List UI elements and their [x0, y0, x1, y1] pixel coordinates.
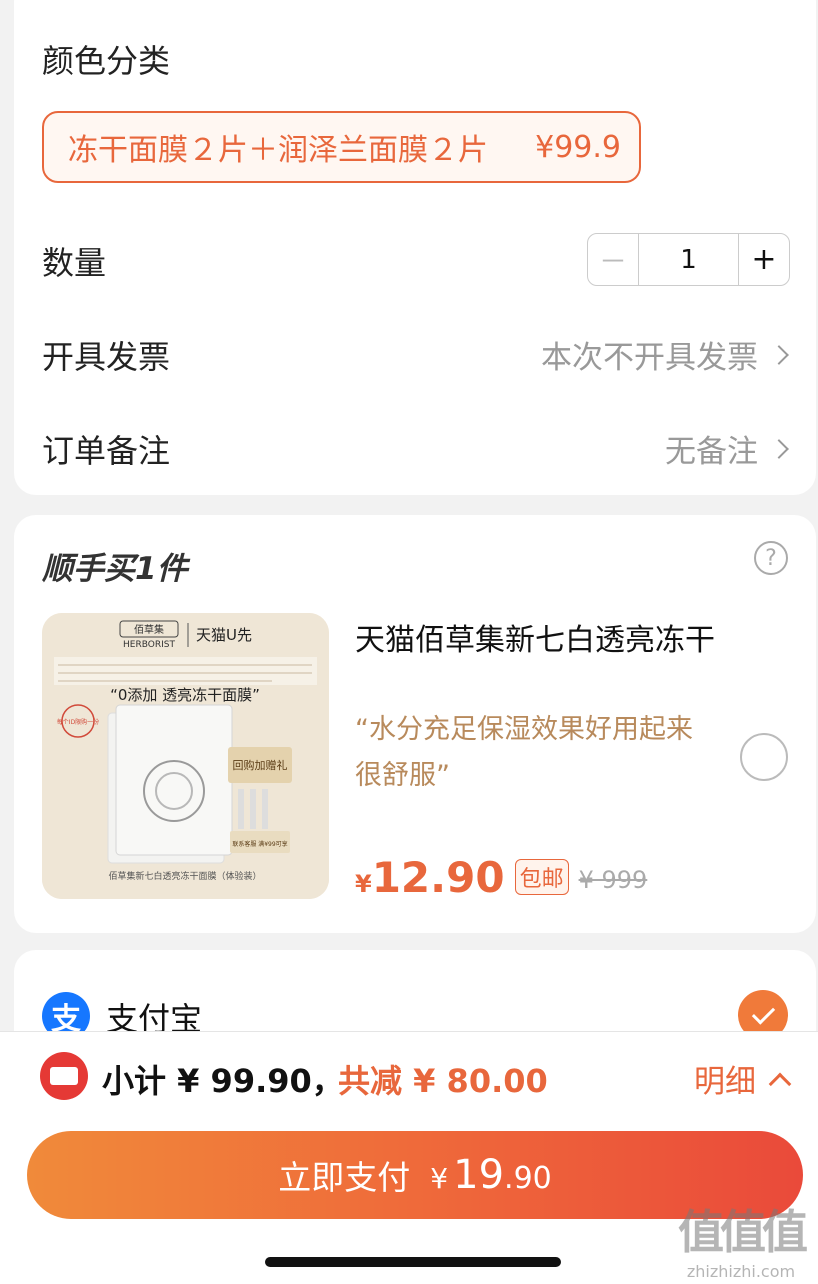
pay-currency: ¥	[430, 1162, 449, 1195]
free-shipping-badge: 包邮	[514, 859, 569, 895]
subtotal-text: 小计 ¥ 99.90，	[102, 1062, 344, 1100]
product-name[interactable]: 天猫佰草集新七白透亮冻干	[355, 615, 715, 659]
product-price-row: ¥12.90 包邮 ¥ 999	[355, 853, 647, 902]
product-review-quote: “水分充足保湿效果好用起来很舒服”	[355, 714, 693, 791]
remark-selector[interactable]: 无备注	[665, 426, 790, 471]
headline-text: “0添加 透亮冻干面膜”	[110, 686, 260, 704]
sku-option-label: 冻干面膜２片＋润泽兰面膜２片	[68, 133, 488, 168]
watermark-logo: 值值值	[678, 1205, 808, 1259]
quantity-increase-button[interactable]: +	[738, 234, 789, 285]
remark-label: 订单备注	[42, 432, 171, 470]
help-icon[interactable]: ?	[754, 541, 788, 575]
quantity-decrease-button[interactable]: －	[588, 234, 639, 285]
discount-text: 共减 ¥ 80.00	[338, 1062, 548, 1100]
invoice-label: 开具发票	[42, 338, 171, 376]
gift-text: 回购加赠礼	[233, 758, 288, 772]
watermark-url: zhizhizhi.com	[686, 1262, 796, 1281]
pay-amount-decimal: .90	[504, 1161, 552, 1196]
addon-card: 顺手买1件 ? 佰草集 HERBORIST 天猫U先 “0添加 透亮冻干面膜” …	[14, 515, 816, 933]
quantity-label: 数量	[42, 244, 107, 282]
order-options-card: 颜色分类 冻干面膜２片＋润泽兰面膜２片 ¥99.9 数量 － 1 + 开具发票 …	[14, 0, 816, 495]
footer-text: 佰草集新七白透亮冻干面膜（体验装）	[108, 870, 261, 882]
brand-en-text: HERBORIST	[123, 640, 175, 650]
detail-toggle[interactable]: 明细	[694, 1056, 792, 1101]
chevron-right-icon	[769, 344, 789, 365]
checkout-page: 颜色分类 冻干面膜２片＋润泽兰面膜２片 ¥99.9 数量 － 1 + 开具发票 …	[0, 0, 818, 1284]
stamp-text: 每个ID限购一份	[57, 718, 99, 726]
gift-note-text: 联系客服 满¥99可享	[232, 840, 287, 848]
quantity-stepper: － 1 +	[587, 233, 790, 286]
addon-title: 顺手买1件	[42, 551, 188, 587]
sku-option-price: ¥99.9	[535, 129, 621, 165]
price-value: 12.90	[371, 853, 505, 902]
detail-label: 明细	[694, 1064, 756, 1100]
product-image-graphic: 佰草集 HERBORIST 天猫U先 “0添加 透亮冻干面膜” 每个ID限购一份…	[42, 613, 329, 899]
sku-option-selected[interactable]: 冻干面膜２片＋润泽兰面膜２片 ¥99.9	[42, 111, 641, 183]
pay-label: 立即支付	[278, 1158, 411, 1197]
chevron-up-icon	[768, 1072, 792, 1095]
home-indicator[interactable]	[265, 1257, 561, 1267]
color-section-title: 颜色分类	[42, 42, 171, 80]
invoice-selector[interactable]: 本次不开具发票	[541, 332, 790, 377]
watermark: 值值值 zhizhizhi.com	[678, 1196, 808, 1281]
quantity-value[interactable]: 1	[639, 234, 738, 285]
pay-amount: ¥ 19.90	[430, 1152, 552, 1198]
brand-text: 佰草集	[134, 623, 164, 636]
coupon-icon	[40, 1052, 88, 1100]
remark-value: 无备注	[665, 434, 758, 470]
chevron-right-icon	[769, 438, 789, 459]
product-price: ¥12.90	[355, 853, 505, 902]
channel-text: 天猫U先	[196, 626, 252, 644]
product-image[interactable]: 佰草集 HERBORIST 天猫U先 “0添加 透亮冻干面膜” 每个ID限购一份…	[42, 613, 329, 899]
price-currency: ¥	[355, 870, 372, 898]
pay-amount-integer: 19	[453, 1152, 505, 1198]
original-price: ¥ 999	[578, 866, 648, 894]
addon-select-radio[interactable]	[740, 733, 788, 781]
invoice-value: 本次不开具发票	[541, 340, 758, 376]
